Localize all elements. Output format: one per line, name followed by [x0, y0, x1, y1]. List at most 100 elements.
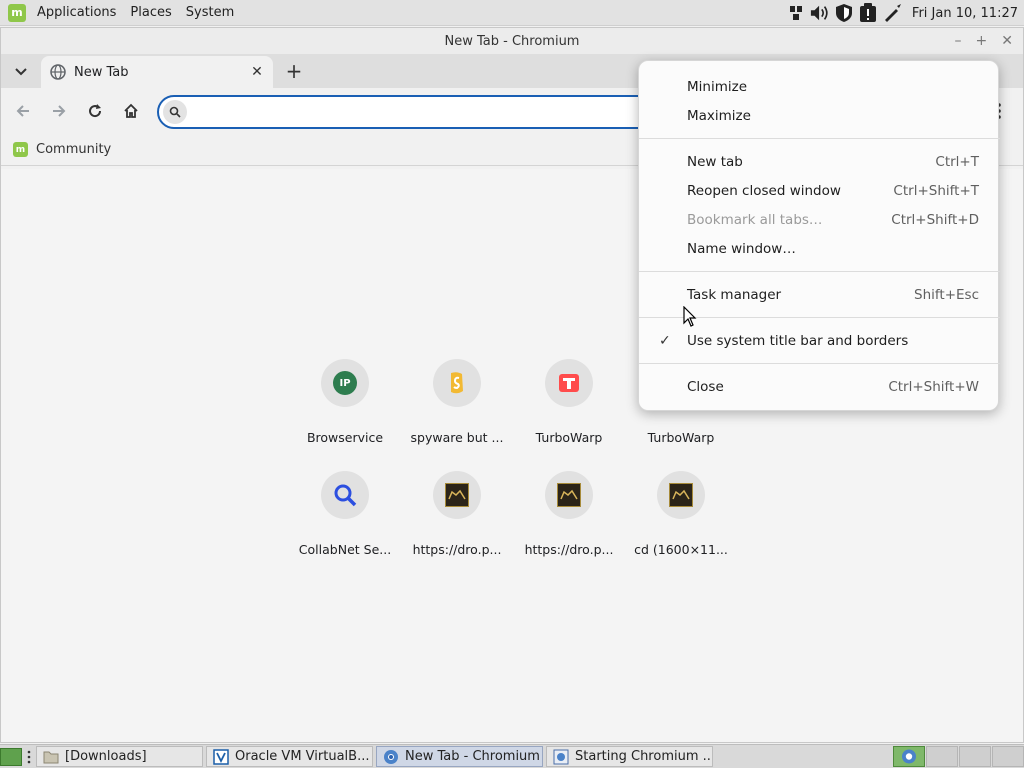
places-menu[interactable]: Places — [127, 3, 174, 22]
clock[interactable]: Fri Jan 10, 11:27 — [912, 6, 1018, 21]
menu-item-label: Use system title bar and borders — [687, 332, 909, 349]
back-button[interactable] — [11, 99, 35, 123]
taskbar-button-virtualbox[interactable]: Oracle VM VirtualB... — [206, 746, 373, 767]
taskbar-label: Starting Chromium ... — [575, 749, 712, 764]
home-icon — [124, 103, 138, 118]
reload-button[interactable] — [83, 99, 107, 123]
shortcut-tile[interactable]: CollabNet Se... — [289, 455, 401, 565]
shortcut-tile[interactable]: spyware but ... — [401, 343, 513, 453]
menu-item-label: Maximize — [687, 107, 751, 124]
menu-item-shortcut: Ctrl+Shift+W — [888, 378, 979, 395]
workspace-4[interactable] — [992, 746, 1024, 767]
maximize-icon[interactable]: + — [976, 33, 988, 49]
shortcut-label: cd (1600×11... — [634, 542, 728, 557]
window-title: New Tab - Chromium — [444, 33, 580, 49]
shortcut-tile[interactable]: TurboWarp — [513, 343, 625, 453]
show-desktop-button[interactable] — [0, 748, 22, 766]
image-favicon — [433, 471, 481, 519]
home-button[interactable] — [119, 99, 143, 123]
taskbar-label: [Downloads] — [65, 749, 147, 764]
close-window-icon[interactable]: ✕ — [1001, 33, 1013, 49]
menu-item-label: Close — [687, 378, 724, 395]
top-panel: m Applications Places System Fri Jan 10,… — [0, 0, 1024, 26]
spyware-favicon — [433, 359, 481, 407]
menu-item-label: Bookmark all tabs… — [687, 211, 823, 228]
address-input[interactable] — [195, 104, 695, 120]
menu-item-name-window[interactable]: Name window… — [639, 234, 1000, 263]
taskbar: [Downloads] Oracle VM VirtualB... New Ta… — [0, 744, 1024, 768]
close-icon[interactable]: ✕ — [247, 62, 267, 82]
network-icon[interactable] — [786, 3, 806, 23]
menu-item-shortcut: Ctrl+Shift+T — [893, 182, 979, 199]
taskbar-button-starting-chromium[interactable]: Starting Chromium ... — [546, 746, 713, 767]
shortcut-tile[interactable]: https://dro.p... — [401, 455, 513, 565]
workspace-2[interactable] — [926, 746, 958, 767]
applications-menu[interactable]: Applications — [34, 3, 119, 22]
mint-menu-icon[interactable]: m — [8, 3, 26, 22]
forward-button[interactable] — [47, 99, 71, 123]
menu-item-label: Name window… — [687, 240, 796, 257]
shortcut-label: https://dro.p... — [524, 542, 614, 557]
taskbar-button-downloads[interactable]: [Downloads] — [36, 746, 203, 767]
menu-item-reopen-closed-window[interactable]: Reopen closed window Ctrl+Shift+T — [639, 176, 1000, 205]
taskbar-label: New Tab - Chromium — [405, 749, 540, 764]
chromium-icon — [902, 749, 916, 764]
menu-separator — [639, 271, 1000, 272]
minimize-icon[interactable]: – — [955, 33, 962, 49]
virtualbox-icon — [213, 748, 229, 765]
search-icon — [163, 100, 187, 124]
update-icon[interactable] — [858, 3, 878, 23]
folder-icon — [43, 749, 59, 765]
chevron-down-icon — [15, 68, 27, 76]
taskbar-button-chromium[interactable]: New Tab - Chromium — [376, 746, 543, 767]
volume-icon[interactable] — [810, 3, 830, 23]
shortcut-tile[interactable]: cd (1600×11... — [625, 455, 737, 565]
shortcut-label: TurboWarp — [647, 430, 715, 445]
app-icon — [553, 749, 569, 765]
title-bar[interactable]: New Tab - Chromium – + ✕ — [1, 28, 1023, 54]
window-context-menu: Minimize Maximize New tab Ctrl+T Reopen … — [638, 60, 1000, 411]
menu-item-close[interactable]: Close Ctrl+Shift+W — [639, 372, 1000, 401]
system-menu[interactable]: System — [183, 3, 237, 22]
menu-item-minimize[interactable]: Minimize — [639, 72, 1000, 101]
menu-item-label: Minimize — [687, 78, 747, 95]
menu-item-new-tab[interactable]: New tab Ctrl+T — [639, 147, 1000, 176]
pen-icon[interactable] — [882, 3, 902, 23]
shortcut-label: https://dro.p... — [412, 542, 502, 557]
menu-item-bookmark-all-tabs: Bookmark all tabs… Ctrl+Shift+D — [639, 205, 1000, 234]
workspace-1[interactable] — [893, 746, 925, 767]
tab-title: New Tab — [74, 64, 129, 80]
shortcut-label: spyware but ... — [410, 430, 504, 445]
shortcut-label: TurboWarp — [535, 430, 603, 445]
ip-favicon: IP — [321, 359, 369, 407]
chromium-icon — [383, 749, 399, 765]
tab-search-button[interactable] — [11, 62, 31, 82]
shortcut-tile[interactable]: IP Browservice — [289, 343, 401, 453]
grip-icon — [27, 749, 31, 765]
shortcut-tile[interactable]: https://dro.p... — [513, 455, 625, 565]
menu-item-shortcut: Ctrl+Shift+D — [891, 211, 979, 228]
workspace-3[interactable] — [959, 746, 991, 767]
shortcut-label: CollabNet Se... — [298, 542, 392, 557]
shield-icon[interactable] — [834, 3, 854, 23]
bookmark-community[interactable]: m Community — [13, 142, 111, 157]
menu-item-shortcut: Ctrl+T — [935, 153, 979, 170]
menu-item-task-manager[interactable]: Task manager Shift+Esc — [639, 280, 1000, 309]
image-favicon — [657, 471, 705, 519]
mouse-cursor-icon — [683, 305, 697, 332]
taskbar-label: Oracle VM VirtualB... — [235, 749, 370, 764]
search-favicon — [321, 471, 369, 519]
menu-item-maximize[interactable]: Maximize — [639, 101, 1000, 130]
bookmark-label: Community — [36, 142, 112, 157]
menu-item-label: Task manager — [687, 286, 782, 303]
mint-icon: m — [13, 142, 28, 157]
menu-item-shortcut: Shift+Esc — [914, 286, 979, 303]
new-tab-button[interactable]: + — [283, 59, 305, 83]
arrow-left-icon — [16, 105, 29, 117]
system-tray: Fri Jan 10, 11:27 — [786, 0, 1018, 26]
window-controls: – + ✕ — [955, 28, 1013, 54]
globe-icon — [50, 64, 66, 80]
omnibox[interactable] — [157, 95, 697, 129]
tab-new-tab[interactable]: New Tab ✕ — [41, 56, 273, 88]
shortcut-label: Browservice — [306, 430, 384, 445]
